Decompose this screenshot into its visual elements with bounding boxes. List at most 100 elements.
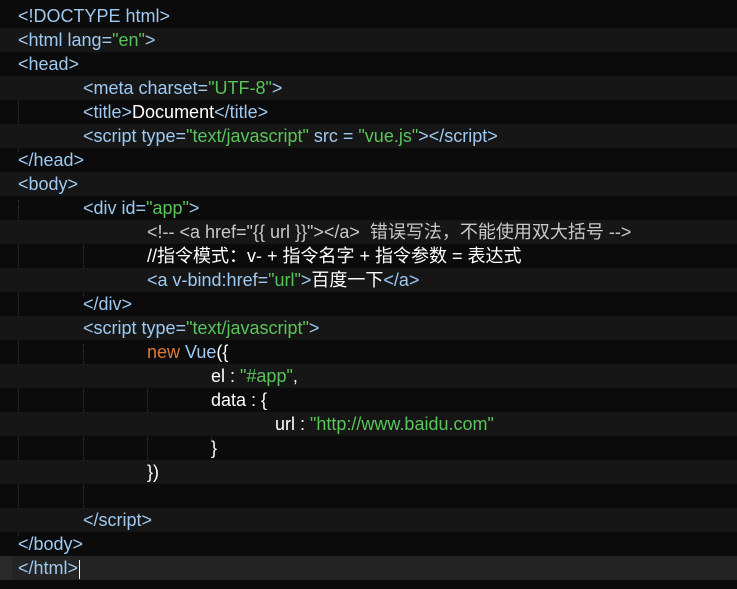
code-line-24[interactable]: </html> [0, 556, 737, 580]
code-token: "text/javascript" [186, 126, 309, 146]
code-line-3[interactable]: <head> [0, 52, 737, 76]
code-token: <div [83, 198, 122, 218]
code-line-20[interactable]: }) [0, 460, 737, 484]
line-code: new Vue({ [147, 340, 228, 364]
code-token: v-bind:href= [172, 270, 269, 290]
code-line-15[interactable]: new Vue({ [0, 340, 737, 364]
code-line-2[interactable]: <html lang="en"> [0, 28, 737, 52]
code-line-4[interactable]: <meta charset="UTF-8"> [0, 76, 737, 100]
code-token: </head> [18, 150, 85, 170]
code-token: > [308, 318, 320, 338]
code-token: > [144, 30, 156, 50]
line-code: <!-- <a href="{{ url }}"></a> 错误写法，不能使用双… [147, 220, 631, 244]
line-code: data : { [211, 388, 267, 412]
code-token: "app" [146, 198, 189, 218]
line-code: }) [147, 460, 159, 484]
code-token: Document [132, 102, 215, 122]
code-token: "en" [112, 30, 145, 50]
code-line-9[interactable]: <div id="app"> [0, 196, 737, 220]
code-line-5[interactable]: <title>Document</title> [0, 100, 737, 124]
code-line-6[interactable]: <script type="text/javascript" src = "vu… [0, 124, 737, 148]
code-token: id= [121, 198, 147, 218]
code-line-22[interactable]: </script> [0, 508, 737, 532]
code-token: </title> [214, 102, 269, 122]
code-token: charset= [138, 78, 209, 98]
code-token: ({ [216, 342, 229, 362]
code-token: url : [275, 414, 311, 434]
line-code: <body> [18, 172, 78, 196]
code-token: <head> [18, 54, 80, 74]
current-line-marker [0, 556, 12, 580]
line-code: } [211, 436, 217, 460]
code-line-18[interactable]: url : "http://www.baidu.com" [0, 412, 737, 436]
text-cursor [79, 559, 81, 579]
line-code: <script type="text/javascript"> [83, 316, 319, 340]
code-token: script> [98, 510, 153, 530]
code-token: "text/javascript" [186, 318, 309, 338]
code-token: el : [211, 366, 241, 386]
line-code: <meta charset="UTF-8"> [83, 76, 282, 100]
code-line-13[interactable]: </div> [0, 292, 737, 316]
code-token: <a [147, 270, 173, 290]
code-editor[interactable]: <!DOCTYPE html> <html lang="en"> <head> … [0, 0, 737, 589]
line-code: <head> [18, 52, 79, 76]
line-code: <html lang="en"> [18, 28, 155, 52]
code-token: , [292, 366, 298, 386]
code-token: "UTF-8" [208, 78, 272, 98]
code-token: src = [308, 126, 359, 146]
code-token: data : { [211, 390, 268, 410]
code-token: > [188, 198, 200, 218]
line-code: url : "http://www.baidu.com" [275, 412, 494, 436]
code-token: </body> [18, 534, 84, 554]
line-code: <!DOCTYPE html> [18, 4, 170, 28]
code-token: ></ [418, 126, 445, 146]
code-token: </ [83, 510, 99, 530]
code-token: <!DOCTYPE html> [18, 6, 171, 26]
code-token: type= [141, 126, 187, 146]
line-code: </html> [18, 556, 81, 580]
code-token: <script [83, 318, 142, 338]
line-code: </head> [18, 148, 84, 172]
code-token: Vue [185, 342, 217, 362]
code-token: 百度一下 [311, 270, 384, 290]
line-code: <script type="text/javascript" src = "vu… [83, 124, 498, 148]
line-code: </body> [18, 532, 83, 556]
code-token: script> [444, 126, 498, 146]
code-token: <html [18, 30, 68, 50]
code-line-12[interactable]: <a v-bind:href="url">百度一下</a> [0, 268, 737, 292]
code-token: </html> [18, 558, 79, 578]
line-code: //指令模式：v- + 指令名字 + 指令参数 = 表达式 [147, 244, 522, 268]
code-token: "http://www.baidu.com" [310, 414, 494, 434]
code-token: "url" [268, 270, 301, 290]
line-code: </div> [83, 292, 132, 316]
code-token: "#app" [240, 366, 293, 386]
code-line-16[interactable]: el : "#app", [0, 364, 737, 388]
code-token: }) [147, 462, 160, 482]
code-line-1[interactable]: <!DOCTYPE html> [0, 4, 737, 28]
code-line-7[interactable]: </head> [0, 148, 737, 172]
line-code: <title>Document</title> [83, 100, 268, 124]
line-code: <a v-bind:href="url">百度一下</a> [147, 268, 419, 292]
code-token: } [211, 438, 218, 458]
code-token: <meta [83, 78, 139, 98]
code-line-14[interactable]: <script type="text/javascript"> [0, 316, 737, 340]
code-token: <body> [18, 174, 79, 194]
code-token: </div> [83, 294, 133, 314]
code-token: </a> [383, 270, 420, 290]
code-line-8[interactable]: <body> [0, 172, 737, 196]
code-line-10[interactable]: <!-- <a href="{{ url }}"></a> 错误写法，不能使用双… [0, 220, 737, 244]
code-line-19[interactable]: } [0, 436, 737, 460]
line-code: </script> [83, 508, 152, 532]
line-code: <div id="app"> [83, 196, 199, 220]
code-token: <!-- <a href="{{ url }}"></a> 错误写法，不能使用双… [147, 222, 632, 242]
code-token: > [271, 78, 283, 98]
code-token: > [300, 270, 312, 290]
code-token: lang= [67, 30, 113, 50]
code-token: "vue.js" [358, 126, 419, 146]
code-token: new [147, 342, 186, 362]
code-line-23[interactable]: </body> [0, 532, 737, 556]
code-line-21[interactable] [0, 484, 737, 508]
code-token: //指令模式：v- + 指令名字 + 指令参数 = 表达式 [147, 246, 522, 266]
code-line-11[interactable]: //指令模式：v- + 指令名字 + 指令参数 = 表达式 [0, 244, 737, 268]
code-line-17[interactable]: data : { [0, 388, 737, 412]
